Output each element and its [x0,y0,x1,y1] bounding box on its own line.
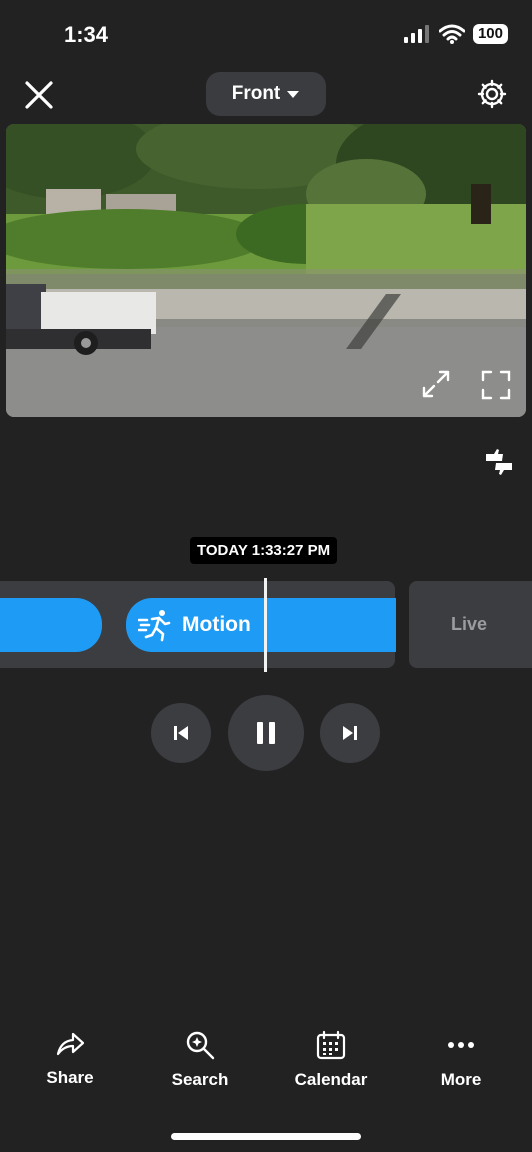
nav-calendar[interactable]: Calendar [276,1030,386,1090]
more-icon [448,1042,474,1048]
nav-calendar-label: Calendar [294,1070,368,1089]
status-time: 1:34 [64,22,109,47]
share-icon [56,1032,85,1056]
close-button[interactable] [22,78,56,112]
skip-next-button[interactable] [320,703,380,763]
expand-icon [422,370,450,398]
thumbs-feedback-icon [486,449,512,475]
timeline-playhead[interactable] [264,578,267,672]
status-icons: 100 [403,24,508,44]
nav-more-label: More [440,1070,482,1089]
feedback-button[interactable] [484,448,514,476]
expand-button[interactable] [420,368,452,400]
chevron-down-icon [287,91,300,98]
nav-search-label: Search [171,1070,229,1089]
skip-next-icon [343,726,357,740]
skip-previous-button[interactable] [151,703,211,763]
calendar-icon [316,1030,346,1060]
settings-button[interactable] [476,78,508,110]
timeline-event-motion[interactable]: Motion [126,598,396,652]
pause-icon [257,722,275,744]
nav-share-label: Share [46,1068,94,1087]
wifi-icon [438,24,465,44]
search-icon [186,1031,215,1060]
timeline-timestamp: TODAY 1:33:27 PM [190,537,338,564]
live-button[interactable]: Live [409,581,532,668]
fullscreen-button[interactable] [481,370,511,400]
pause-button[interactable] [228,695,304,771]
close-icon [25,81,53,109]
home-indicator[interactable] [171,1133,361,1140]
camera-name: Front [231,83,281,104]
gear-icon [477,79,507,109]
nav-search[interactable]: Search [145,1030,255,1090]
nav-share[interactable]: Share [15,1030,125,1088]
motion-running-icon [138,610,171,642]
timeline-event-previous[interactable] [0,598,102,652]
fullscreen-icon [481,370,511,400]
signal-icon [403,25,429,43]
event-label: Motion [182,613,251,636]
battery-indicator: 100 [472,24,508,44]
nav-more[interactable]: More [406,1030,516,1090]
camera-selector[interactable]: Front [206,72,326,116]
skip-previous-icon [174,726,188,740]
